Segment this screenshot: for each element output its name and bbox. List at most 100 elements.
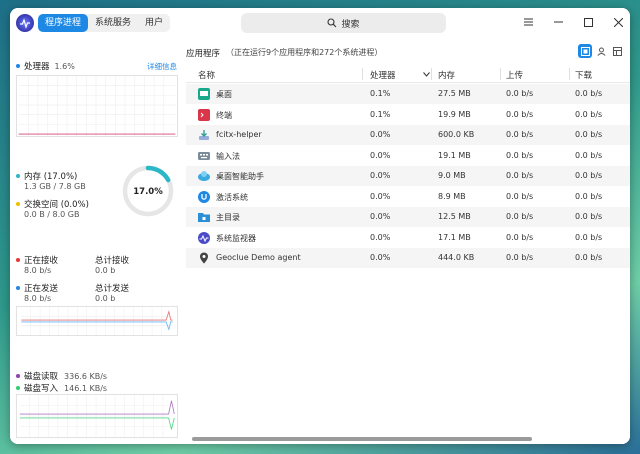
column-divider xyxy=(362,68,363,80)
cpu-dot-icon xyxy=(16,64,20,68)
cpu-value: 1.6% xyxy=(54,61,75,71)
maximize-button[interactable] xyxy=(582,15,594,29)
main-tabs: 程序进程 系统服务 用户 xyxy=(38,14,171,32)
tab-services[interactable]: 系统服务 xyxy=(88,14,138,32)
disk-read-value: 336.6 KB/s xyxy=(64,371,108,381)
table-row[interactable]: 桌面 0.1% 27.5 MB 0.0 b/s 0.0 b/s xyxy=(186,84,630,104)
swap-value: 0.0 B / 8.0 GB xyxy=(24,210,80,219)
terminal-icon xyxy=(198,108,210,121)
install-icon xyxy=(198,129,210,141)
process-download: 0.0 b/s xyxy=(575,130,603,139)
process-name: 桌面 xyxy=(216,90,232,99)
column-divider xyxy=(569,68,570,80)
table-row[interactable]: 桌面智能助手 0.0% 9.0 MB 0.0 b/s 0.0 b/s xyxy=(186,166,630,186)
table-row[interactable]: 主目录 0.0% 12.5 MB 0.0 b/s 0.0 b/s xyxy=(186,207,630,227)
table-row[interactable]: 激活系统 0.0% 8.9 MB 0.0 b/s 0.0 b/s xyxy=(186,186,630,207)
table-row[interactable]: fcitx-helper 0.0% 600.0 KB 0.0 b/s 0.0 b/s xyxy=(186,125,630,145)
sort-chevron-down-icon xyxy=(423,72,430,77)
resource-overview-panel: 处理器 1.6% 详细信息 内存 (17.0%) 1.3 GB / 7.8 GB… xyxy=(10,38,186,444)
column-cpu[interactable]: 处理器 xyxy=(370,69,396,81)
table-row[interactable]: 输入法 0.0% 19.1 MB 0.0 b/s 0.0 b/s xyxy=(186,145,630,166)
process-upload: 0.0 b/s xyxy=(506,130,534,139)
disk-read-label: 磁盘读取 xyxy=(24,372,59,382)
net-total-send-value: 0.0 b xyxy=(95,294,116,303)
column-divider xyxy=(431,68,432,80)
process-name: 激活系统 xyxy=(216,192,248,202)
process-memory: 17.1 MB xyxy=(438,232,471,242)
memory-label-group: 内存 (17.0%) xyxy=(16,170,77,182)
column-download[interactable]: 下载 xyxy=(575,69,592,81)
process-upload: 0.0 b/s xyxy=(506,212,534,221)
memory-value: 1.3 GB / 7.8 GB xyxy=(24,182,86,191)
table-header: 名称 处理器 内存 上传 下载 xyxy=(186,65,630,83)
net-recv-label-group: 正在接收 xyxy=(16,254,58,266)
system-monitor-icon xyxy=(198,231,210,244)
maximize-icon xyxy=(583,17,593,27)
net-send-dot-icon xyxy=(16,286,20,290)
user-icon xyxy=(596,47,606,56)
process-upload: 0.0 b/s xyxy=(506,232,534,242)
disk-write-dot-icon xyxy=(16,386,20,390)
tab-processes[interactable]: 程序进程 xyxy=(38,14,89,32)
panel-title: 应用程序 xyxy=(186,49,221,59)
process-upload: 0.0 b/s xyxy=(506,171,534,180)
process-memory: 9.0 MB xyxy=(438,171,466,180)
column-name[interactable]: 名称 xyxy=(198,69,215,81)
view-all-processes-button[interactable] xyxy=(610,44,624,58)
cpu-label-group: 处理器 1.6% xyxy=(16,60,75,72)
disk-write-value: 146.1 KB/s xyxy=(64,383,108,393)
column-divider xyxy=(500,68,501,80)
column-upload[interactable]: 上传 xyxy=(506,69,523,81)
process-memory: 12.5 MB xyxy=(438,212,471,221)
view-switcher xyxy=(578,44,624,58)
memory-dot-icon xyxy=(16,174,20,178)
process-download: 0.0 b/s xyxy=(575,232,603,242)
horizontal-scrollbar[interactable] xyxy=(192,437,532,441)
process-download: 0.0 b/s xyxy=(575,191,603,201)
net-total-send-label: 总计发送 xyxy=(95,284,130,294)
table-row[interactable]: 系统监视器 0.0% 17.1 MB 0.0 b/s 0.0 b/s xyxy=(186,227,630,248)
process-memory: 19.9 MB xyxy=(438,109,471,119)
disk-read-label-group: 磁盘读取 336.6 KB/s xyxy=(16,370,107,382)
process-download: 0.0 b/s xyxy=(575,253,603,262)
net-send-label: 正在发送 xyxy=(24,284,59,294)
view-apps-button[interactable] xyxy=(578,44,592,58)
minimize-button[interactable] xyxy=(552,15,564,29)
process-cpu: 0.1% xyxy=(370,89,391,98)
swap-label: 交换空间 (0.0%) xyxy=(24,200,89,210)
process-name: 桌面智能助手 xyxy=(216,172,264,181)
menu-button[interactable] xyxy=(522,15,534,29)
network-graph xyxy=(16,306,178,336)
process-cpu: 0.0% xyxy=(370,232,391,242)
location-pin-icon xyxy=(198,252,210,264)
home-folder-icon xyxy=(198,211,210,223)
process-download: 0.0 b/s xyxy=(575,109,603,119)
minimize-icon xyxy=(553,21,563,23)
desktop-icon xyxy=(198,88,210,100)
swap-label-group: 交换空间 (0.0%) xyxy=(16,198,89,210)
table-row[interactable]: 终端 0.1% 19.9 MB 0.0 b/s 0.0 b/s xyxy=(186,104,630,125)
process-memory: 444.0 KB xyxy=(438,253,475,262)
swap-dot-icon xyxy=(16,202,20,206)
table-row[interactable]: Geoclue Demo agent 0.0% 444.0 KB 0.0 b/s 0.0… xyxy=(186,248,630,268)
process-cpu: 0.0% xyxy=(370,253,391,262)
process-download: 0.0 b/s xyxy=(575,150,603,160)
process-memory: 600.0 KB xyxy=(438,130,475,139)
search-input[interactable]: 搜索 xyxy=(241,13,446,33)
tab-users[interactable]: 用户 xyxy=(138,14,170,32)
search-icon xyxy=(327,18,337,28)
cpu-details-link[interactable]: 详细信息 xyxy=(147,61,177,72)
net-send-value: 8.0 b/s xyxy=(24,294,52,303)
net-total-recv-label: 总计接收 xyxy=(95,256,130,266)
process-name: 终端 xyxy=(216,110,232,120)
window-controls xyxy=(522,15,624,29)
process-cpu: 0.0% xyxy=(370,130,391,139)
close-button[interactable] xyxy=(612,15,624,29)
column-memory[interactable]: 内存 xyxy=(438,69,455,81)
net-recv-value: 8.0 b/s xyxy=(24,266,52,275)
process-upload: 0.0 b/s xyxy=(506,89,534,98)
keyboard-icon xyxy=(198,150,210,162)
view-user-processes-button[interactable] xyxy=(594,44,608,58)
memory-ring-chart: 17.0% xyxy=(122,165,174,217)
process-name: Geoclue Demo agent xyxy=(216,253,301,262)
